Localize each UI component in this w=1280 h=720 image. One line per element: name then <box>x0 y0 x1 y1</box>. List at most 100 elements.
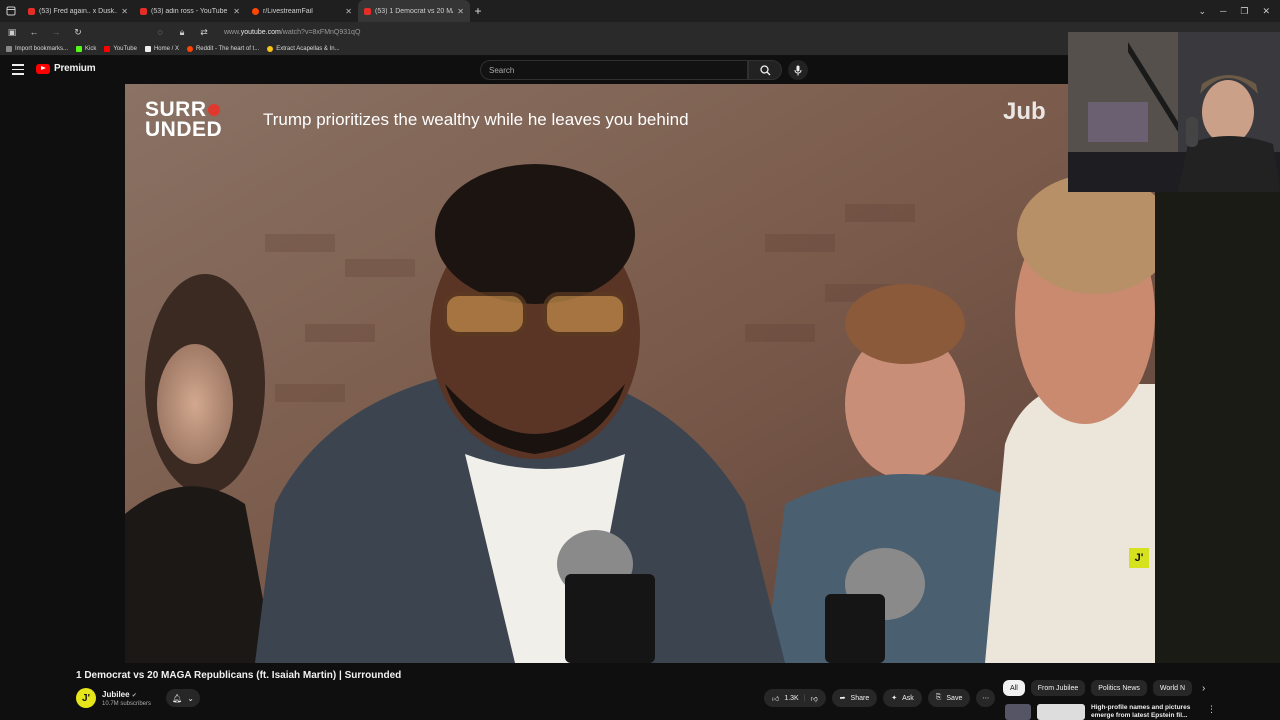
like-dislike-group[interactable]: 👍︎ 1.3K | 👎︎ <box>764 689 826 707</box>
jubilee-badge[interactable]: J' <box>1129 548 1149 568</box>
chip-politics-news[interactable]: Politics News <box>1091 680 1147 696</box>
youtube-play-icon <box>36 63 50 74</box>
bookmark-icon: ⎘ <box>935 694 942 701</box>
channel-name[interactable]: Jubilee <box>102 690 130 699</box>
close-tab-icon[interactable]: ✕ <box>233 7 240 16</box>
reddit-icon <box>186 45 193 52</box>
browser-tab-4-active[interactable]: (53) 1 Democrat vs 20 MAG... ✕ <box>358 0 470 22</box>
youtube-icon <box>104 45 111 52</box>
import-icon <box>6 45 12 52</box>
close-tab-icon[interactable]: ✕ <box>121 7 128 16</box>
save-label: Save <box>946 694 963 702</box>
streamer-webcam-overlay <box>1068 32 1280 192</box>
logo-text: Premium <box>54 63 96 74</box>
sidebar-toggle-icon[interactable]: ▣ <box>6 27 18 38</box>
video-caption: Trump prioritizes the wealthy while he l… <box>263 110 689 129</box>
search-placeholder: Search <box>489 66 515 75</box>
video-frame-illustration <box>125 84 1155 663</box>
address-bar[interactable]: www.youtube.com/watch?v=8xFMnQ931qQ <box>224 29 360 36</box>
youtube-favicon-icon <box>140 7 147 15</box>
tab-search-icon[interactable]: ⌄ <box>1198 6 1206 17</box>
chip-world-news[interactable]: World N <box>1152 680 1193 696</box>
share-button[interactable]: ➦ Share <box>831 689 878 707</box>
divider: | <box>803 694 806 702</box>
hamburger-menu-icon[interactable] <box>12 64 24 75</box>
browser-tab-strip: (53) Fred again.. x Dusk... ✕ (53) adin … <box>0 0 1280 22</box>
brand-line-2: UNDED <box>145 118 223 141</box>
back-icon[interactable]: ← <box>28 27 40 37</box>
chevron-down-icon: ⌄ <box>187 693 194 703</box>
bookmark-label: Kick <box>85 45 97 52</box>
browser-tab-1[interactable]: (53) Fred again.. x Dusk... ✕ <box>22 0 134 22</box>
thumbs-down-icon[interactable]: 👎︎ <box>811 694 818 703</box>
voice-search-button[interactable] <box>788 60 808 80</box>
tab-title: r/LivestreamFail <box>263 7 313 15</box>
minimize-icon[interactable]: ─ <box>1220 6 1226 17</box>
acapella-icon <box>267 45 274 52</box>
tab-title: (53) 1 Democrat vs 20 MAG... <box>375 7 453 15</box>
close-tab-icon[interactable]: ✕ <box>345 7 352 16</box>
youtube-favicon-icon <box>28 7 35 15</box>
x-icon <box>144 45 151 52</box>
lock-icon: 🔒︎ <box>179 26 185 37</box>
reload-icon[interactable]: ↻ <box>72 27 84 38</box>
maximize-icon[interactable]: ❐ <box>1240 6 1248 17</box>
chevron-right-icon[interactable]: › <box>1202 683 1205 694</box>
bookmark-label: YouTube <box>113 45 137 52</box>
youtube-premium-logo[interactable]: Premium <box>36 63 96 74</box>
close-window-icon[interactable]: ✕ <box>1262 6 1270 17</box>
bookmark-label: Home / X <box>153 45 179 52</box>
bookmark-x[interactable]: Home / X <box>144 45 179 52</box>
recommendation-item[interactable]: High-profile names and pictures emerge f… <box>1005 704 1216 720</box>
bookmark-acapellas[interactable]: Extract Acapellas & In... <box>267 45 340 52</box>
recommendation-filter-chips: All From Jubilee Politics News World N › <box>1003 680 1205 696</box>
like-count: 1.3K <box>784 694 799 702</box>
chip-all[interactable]: All <box>1003 680 1025 696</box>
channel-info[interactable]: J' Jubilee ✔ 10.7M subscribers <box>76 688 151 708</box>
video-player[interactable]: SURR UNDED Trump prioritizes the wealthy… <box>125 84 1155 663</box>
subscriber-count: 10.7M subscribers <box>102 700 152 707</box>
jubilee-watermark: Jub <box>1003 98 1046 125</box>
browser-tab-2[interactable]: (53) adin ross - YouTube ✕ <box>134 0 246 22</box>
search-icon <box>759 64 770 75</box>
thumbs-up-icon[interactable]: 👍︎ <box>772 694 779 703</box>
window-controls: ⌄ ─ ❐ ✕ <box>1198 6 1280 17</box>
channel-avatar[interactable]: J' <box>76 688 96 708</box>
browser-tab-3[interactable]: r/LivestreamFail ✕ <box>246 0 358 22</box>
url-prefix: www. <box>224 28 241 36</box>
bookmark-label: Extract Acapellas & In... <box>276 45 340 52</box>
tab-title: (53) Fred again.. x Dusk... <box>39 7 118 15</box>
more-actions-button[interactable]: ⋯ <box>976 689 996 707</box>
search-input[interactable]: Search <box>480 60 748 80</box>
video-title: 1 Democrat vs 20 MAGA Republicans (ft. I… <box>76 670 402 681</box>
more-horizontal-icon: ⋯ <box>982 695 990 702</box>
bookmark-youtube[interactable]: YouTube <box>104 45 137 52</box>
verified-icon: ✔ <box>131 692 137 699</box>
chip-from-jubilee[interactable]: From Jubilee <box>1030 680 1086 696</box>
shield-icon[interactable]: ◌ <box>154 27 166 37</box>
url-domain: youtube.com <box>240 28 281 36</box>
reddit-favicon-icon <box>252 7 259 15</box>
bookmark-reddit[interactable]: Reddit - The heart of t... <box>186 45 260 52</box>
bookmark-kick[interactable]: Kick <box>76 45 97 52</box>
close-tab-icon[interactable]: ✕ <box>457 7 464 16</box>
bookmark-label: Reddit - The heart of t... <box>195 45 260 52</box>
bell-icon: 🔔︎ <box>172 693 183 703</box>
search-button[interactable] <box>748 60 782 80</box>
bookmark-import[interactable]: Import bookmarks... <box>6 45 68 52</box>
ask-button[interactable]: ✦ Ask <box>883 689 922 707</box>
notification-bell-button[interactable]: 🔔︎ ⌄ <box>166 689 200 707</box>
site-settings-icon[interactable]: ⇄ <box>198 27 210 38</box>
new-tab-button[interactable]: + <box>470 4 486 18</box>
surrounded-logo: SURR UNDED <box>145 99 223 141</box>
tab-overview-icon[interactable] <box>0 0 22 22</box>
ask-label: Ask <box>902 694 914 702</box>
webcam-illustration <box>1068 32 1280 192</box>
save-button[interactable]: ⎘ Save <box>927 689 971 707</box>
more-vertical-icon[interactable]: ⋮ <box>1207 704 1216 720</box>
kick-icon <box>76 45 83 52</box>
video-actions: 👍︎ 1.3K | 👎︎ ➦ Share ✦ Ask ⎘ Save ⋯ <box>764 689 996 707</box>
forward-icon[interactable]: → <box>50 27 62 37</box>
recommendation-thumbnail-small <box>1005 704 1031 720</box>
recommendation-thumbnail <box>1037 704 1085 720</box>
